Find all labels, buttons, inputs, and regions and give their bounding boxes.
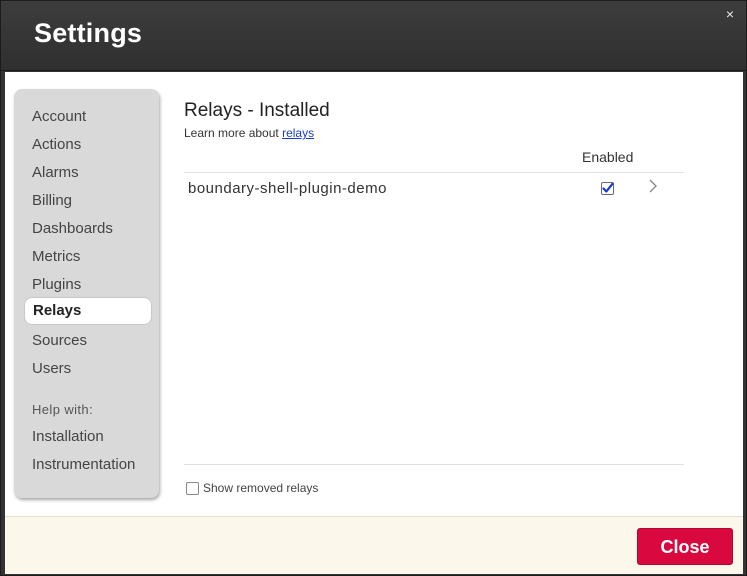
sidebar-item-sources[interactable]: Sources — [24, 327, 152, 355]
dialog-footer: Close — [5, 516, 743, 574]
sidebar-item-billing[interactable]: Billing — [24, 187, 152, 215]
show-removed-checkbox[interactable] — [186, 481, 199, 495]
relays-link[interactable]: relays — [282, 126, 314, 140]
relay-name: boundary-shell-plugin-demo — [188, 180, 387, 197]
sidebar-item-instrumentation[interactable]: Instrumentation — [24, 451, 152, 479]
help-section-label: Help with: — [32, 402, 94, 417]
relays-panel: Relays - Installed Learn more about rela… — [184, 72, 704, 516]
enabled-column-header: Enabled — [582, 149, 634, 165]
close-button[interactable]: Close — [637, 528, 733, 565]
learn-more-text: Learn more about relays — [184, 126, 314, 140]
show-removed-option[interactable]: Show removed relays — [186, 481, 318, 495]
sidebar-item-actions[interactable]: Actions — [24, 131, 152, 159]
dialog-header: Settings × — [1, 1, 746, 71]
dialog-body: Account Actions Alarms Billing Dashboard… — [5, 72, 743, 516]
sidebar-item-installation[interactable]: Installation — [24, 423, 152, 451]
page-title: Relays - Installed — [184, 100, 330, 121]
sidebar-item-metrics[interactable]: Metrics — [24, 243, 152, 271]
close-x-icon[interactable]: × — [723, 7, 737, 21]
show-removed-label: Show removed relays — [203, 481, 319, 495]
sidebar-item-dashboards[interactable]: Dashboards — [24, 215, 152, 243]
dialog-title: Settings — [34, 18, 143, 48]
chevron-right-icon[interactable] — [648, 178, 658, 194]
sidebar-item-alarms[interactable]: Alarms — [24, 159, 152, 187]
sidebar-item-plugins[interactable]: Plugins — [24, 271, 152, 299]
table-divider — [184, 172, 684, 173]
sidebar-item-relays[interactable]: Relays — [24, 297, 152, 325]
sidebar-item-users[interactable]: Users — [24, 355, 152, 383]
enabled-checkbox-checked-icon[interactable] — [601, 182, 614, 195]
learn-more-prefix: Learn more about — [184, 126, 279, 140]
settings-sidebar: Account Actions Alarms Billing Dashboard… — [14, 89, 159, 498]
settings-dialog: Settings × Account Actions Alarms Billin… — [0, 0, 747, 576]
sidebar-item-account[interactable]: Account — [24, 103, 152, 131]
footer-divider — [184, 464, 684, 465]
